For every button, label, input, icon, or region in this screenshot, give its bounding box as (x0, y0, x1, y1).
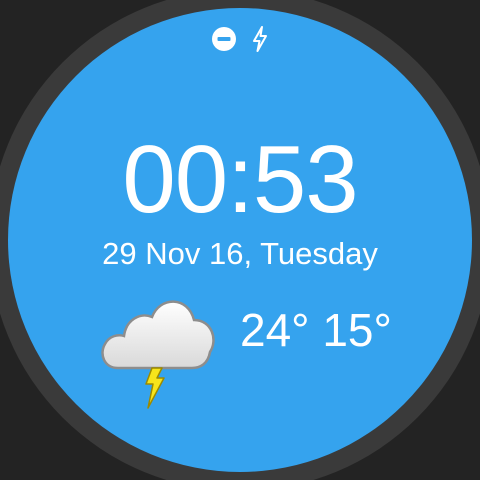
charging-icon (251, 26, 269, 52)
watch-screen: 00:53 29 Nov 16, Tuesday 24° 15° (0, 0, 480, 480)
low-temperature: 15° (322, 304, 392, 356)
high-temperature: 24° (240, 304, 310, 356)
status-bar (0, 25, 480, 53)
clock-date: 29 Nov 16, Tuesday (102, 236, 378, 271)
thunderstorm-cloud-icon (96, 292, 218, 414)
do-not-disturb-icon (211, 26, 237, 52)
clock-time: 00:53 (122, 126, 358, 233)
temperature-readout: 24° 15° (240, 300, 392, 360)
